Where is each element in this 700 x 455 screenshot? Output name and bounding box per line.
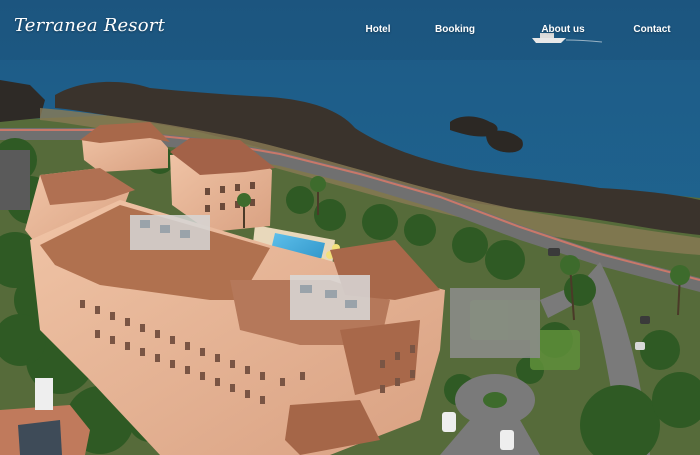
brand-logo[interactable]: Terranea Resort xyxy=(14,15,165,36)
nav-item-hotel[interactable]: Hotel xyxy=(366,24,391,35)
nav-item-booking[interactable]: Booking xyxy=(435,24,475,35)
hero-aerial-image xyxy=(0,0,700,455)
nav-item-contact[interactable]: Contact xyxy=(633,24,670,35)
nav-item-about-us[interactable]: About us xyxy=(541,24,584,35)
